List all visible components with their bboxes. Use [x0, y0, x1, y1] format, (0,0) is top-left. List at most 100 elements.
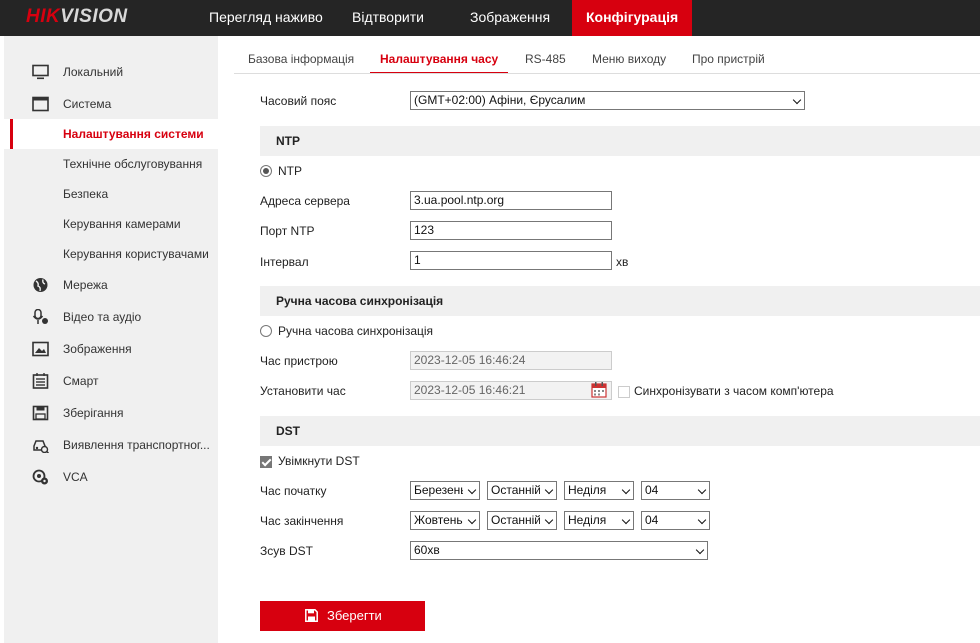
manual-sync-section-header: Ручна часова синхронізація — [260, 286, 980, 316]
sidebar-item-label: Безпека — [63, 187, 109, 201]
chevron-down-icon — [467, 485, 477, 495]
chevron-down-icon — [467, 515, 477, 525]
tab-time-settings[interactable]: Налаштування часу — [369, 52, 509, 74]
ntp-port-input[interactable]: 123 — [410, 221, 612, 240]
start-month-select[interactable]: Березень — [410, 481, 480, 500]
end-day-select[interactable]: Неділя — [564, 511, 634, 530]
sidebar-item-video-audio[interactable]: Відео та аудіо — [4, 302, 218, 332]
section-title: Ручна часова синхронізація — [276, 294, 444, 308]
end-week-select[interactable]: Останній — [487, 511, 557, 530]
sidebar-item-system-settings[interactable]: Налаштування системи — [4, 119, 218, 149]
device-time-label: Час пристрою — [260, 354, 338, 368]
sidebar: Локальний Система Налаштування системи Т… — [4, 36, 218, 643]
start-week-select[interactable]: Останній — [487, 481, 557, 500]
vehicle-detection-icon — [33, 440, 49, 453]
tab-about[interactable]: Про пристрій — [692, 52, 765, 74]
calendar-icon — [32, 373, 49, 389]
start-hour-select[interactable]: 04 — [641, 481, 710, 500]
top-navigation-bar: HIKVISION Перегляд наживо Відтворити Зоб… — [0, 0, 980, 36]
set-time-label: Установити час — [260, 384, 346, 398]
sync-with-pc-checkbox[interactable] — [618, 386, 630, 398]
sidebar-item-label: Зображення — [63, 342, 132, 356]
ntp-radio[interactable] — [260, 165, 272, 177]
sync-with-pc-label: Синхронізувати з часом комп'ютера — [634, 384, 834, 398]
section-title: NTP — [276, 134, 300, 148]
storage-icon — [32, 405, 49, 421]
sidebar-item-label: Зберігання — [63, 406, 124, 420]
vca-icon — [32, 469, 48, 485]
globe-icon — [33, 278, 48, 292]
section-title: DST — [276, 424, 300, 438]
sidebar-item-network[interactable]: Мережа — [4, 270, 218, 300]
select-value: 04 — [645, 483, 659, 497]
sidebar-item-user-management[interactable]: Керування користувачами — [4, 239, 218, 269]
sidebar-item-vca[interactable]: VCA — [4, 462, 218, 492]
tab-rs485[interactable]: RS-485 — [525, 52, 566, 74]
monitor-icon — [32, 64, 49, 80]
save-button[interactable]: Зберегти — [260, 601, 425, 631]
select-value: Жовтень — [414, 513, 463, 527]
ntp-radio-label: NTP — [278, 164, 302, 178]
end-month-select[interactable]: Жовтень — [410, 511, 480, 530]
select-value: Неділя — [568, 483, 607, 497]
chevron-down-icon — [621, 515, 631, 525]
select-value: Останній — [491, 483, 540, 497]
sidebar-item-label: Мережа — [63, 278, 108, 292]
sidebar-item-camera-management[interactable]: Керування камерами — [4, 209, 218, 239]
enable-dst-label: Увімкнути DST — [278, 454, 360, 468]
server-address-label: Адреса сервера — [260, 194, 350, 208]
nav-picture[interactable]: Зображення — [456, 0, 564, 36]
ntp-section-header: NTP — [260, 126, 980, 156]
select-value: 60хв — [414, 543, 440, 557]
sidebar-item-label: Технічне обслуговування — [63, 157, 203, 171]
sidebar-item-image[interactable]: Зображення — [4, 334, 218, 364]
enable-dst-checkbox[interactable] — [260, 456, 272, 468]
sidebar-item-label: Виявлення транспортног... — [63, 438, 210, 452]
save-icon — [305, 609, 318, 622]
microphone-icon — [32, 309, 48, 324]
nav-configuration[interactable]: Конфігурація — [572, 0, 692, 36]
interval-input[interactable]: 1 — [410, 251, 612, 270]
sidebar-item-label: Налаштування системи — [63, 127, 204, 141]
chevron-down-icon — [544, 485, 554, 495]
server-address-input[interactable]: 3.ua.pool.ntp.org — [410, 191, 612, 210]
sidebar-item-security[interactable]: Безпека — [4, 179, 218, 209]
sidebar-item-label: Локальний — [63, 65, 124, 79]
sidebar-item-smart[interactable]: Смарт — [4, 366, 218, 396]
chevron-down-icon — [621, 485, 631, 495]
sidebar-item-local[interactable]: Локальний — [4, 57, 218, 87]
sidebar-item-label: Система — [63, 97, 112, 111]
chevron-down-icon — [697, 515, 707, 525]
hikvision-logo: HIKVISION — [26, 6, 128, 27]
calendar-icon[interactable] — [591, 382, 607, 398]
end-time-label: Час закінчення — [260, 514, 344, 528]
image-icon — [32, 341, 49, 357]
chevron-down-icon — [697, 485, 707, 495]
sidebar-item-label: Керування користувачами — [63, 247, 209, 261]
save-button-label: Зберегти — [327, 608, 382, 623]
tab-menu-output[interactable]: Меню виходу — [592, 52, 666, 74]
tab-basic-info[interactable]: Базова інформація — [248, 52, 354, 74]
manual-sync-radio[interactable] — [260, 325, 272, 337]
dst-section-header: DST — [260, 416, 980, 446]
end-hour-select[interactable]: 04 — [641, 511, 710, 530]
ntp-port-label: Порт NTP — [260, 224, 315, 238]
nav-live-view[interactable]: Перегляд наживо — [195, 0, 337, 36]
timezone-value: (GMT+02:00) Афіни, Єрусалим — [414, 93, 586, 107]
start-day-select[interactable]: Неділя — [564, 481, 634, 500]
sidebar-item-vehicle-detection[interactable]: Виявлення транспортног... — [4, 430, 218, 460]
timezone-select[interactable]: (GMT+02:00) Афіни, Єрусалим — [410, 91, 805, 110]
start-time-label: Час початку — [260, 484, 327, 498]
sidebar-item-storage[interactable]: Зберігання — [4, 398, 218, 428]
chevron-down-icon — [792, 95, 802, 105]
set-time-input[interactable]: 2023-12-05 16:46:21 — [410, 381, 612, 400]
select-value: Неділя — [568, 513, 607, 527]
interval-label: Інтервал — [260, 255, 309, 269]
system-icon — [32, 96, 49, 112]
nav-playback[interactable]: Відтворити — [338, 0, 438, 36]
sidebar-item-maintenance[interactable]: Технічне обслуговування — [4, 149, 218, 179]
dst-offset-select[interactable]: 60хв — [410, 541, 708, 560]
select-value: Березень — [414, 483, 463, 497]
sidebar-item-system[interactable]: Система — [4, 89, 218, 119]
dst-offset-label: Зсув DST — [260, 544, 313, 558]
